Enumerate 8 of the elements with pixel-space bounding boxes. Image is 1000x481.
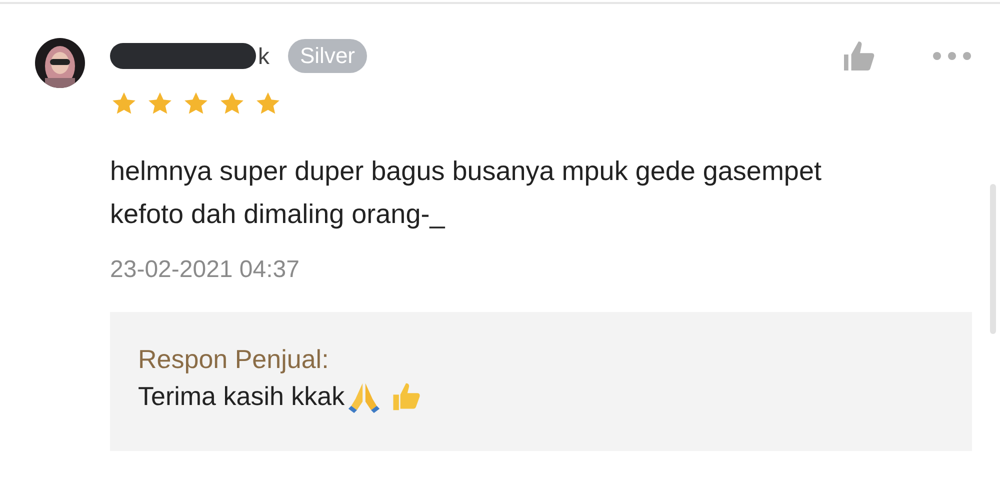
more-icon[interactable] [932, 51, 972, 61]
reply-text: Terima kasih kkak [138, 380, 345, 412]
reply-label: Respon Penjual: [138, 344, 330, 375]
member-badge: Silver [288, 39, 368, 73]
username-end: k [258, 42, 270, 70]
review-text: helmnya super duper bagus busanya mpuk gede gasempet kefoto dah dimaling orang-_ [110, 155, 822, 231]
scrollbar[interactable] [990, 184, 996, 334]
review-date: 23-02-2021 04:37 [110, 256, 300, 284]
